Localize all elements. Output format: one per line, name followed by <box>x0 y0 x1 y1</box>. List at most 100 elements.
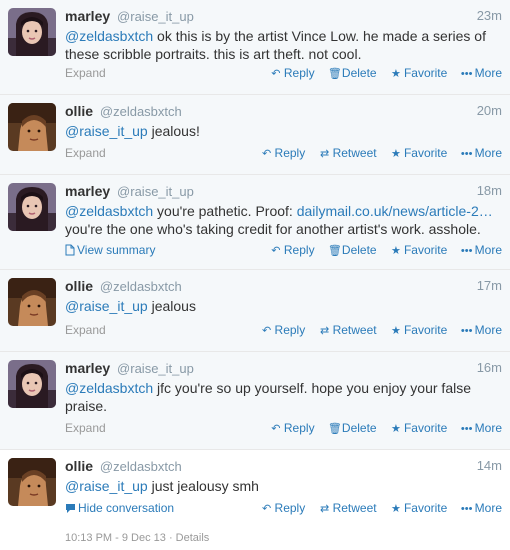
more-icon: ••• <box>460 68 473 80</box>
star-icon: ★ <box>391 423 401 435</box>
tweet-text-segment: these scribble portraits. this is art th… <box>65 46 362 62</box>
favorite-button[interactable]: ★ Favorite <box>390 323 447 337</box>
favorite-button[interactable]: ★ Favorite <box>390 146 447 160</box>
reply-button[interactable]: ↶ Reply <box>261 146 305 160</box>
username[interactable]: @zeldasbxtch <box>100 459 182 474</box>
reply-icon: ↶ <box>271 423 281 435</box>
timestamp[interactable]: 14m <box>477 458 502 473</box>
expand-link[interactable]: Expand <box>65 66 106 80</box>
fullname[interactable]: ollie <box>65 103 93 119</box>
more-button[interactable]: ••• More <box>461 501 502 515</box>
more-button[interactable]: ••• More <box>461 66 502 80</box>
tweet-actions: ↶ Reply 🗑Delete ★ Favorite ••• More <box>260 66 502 80</box>
retweet-icon: ⇄ <box>319 148 330 160</box>
username[interactable]: @zeldasbxtch <box>100 104 182 119</box>
expand-link[interactable]: Expand <box>65 421 106 435</box>
timestamp[interactable]: 20m <box>477 103 502 118</box>
reply-button[interactable]: ↶ Reply <box>270 66 314 80</box>
retweet-button[interactable]: ⇄ Retweet <box>319 323 377 337</box>
tweet-header: ollie @zeldasbxtch 17m <box>65 278 502 296</box>
more-button[interactable]: ••• More <box>461 323 502 337</box>
retweet-button[interactable]: ⇄ Retweet <box>319 146 377 160</box>
fullname[interactable]: marley <box>65 360 110 376</box>
reply-button[interactable]: ↶ Reply <box>270 243 314 257</box>
mention-link[interactable]: @raise_it_up <box>65 298 148 314</box>
conversation-timeline: marley @raise_it_up 23m @zeldasbxtch ok … <box>0 0 510 550</box>
tweet-text: @raise_it_up just jealousy smh <box>65 477 502 495</box>
hide-conversation-link[interactable]: Hide conversation <box>65 501 174 515</box>
tweet-details-link[interactable]: 10:13 PM - 9 Dec 13 · Details <box>65 532 209 544</box>
fullname[interactable]: ollie <box>65 278 93 294</box>
tweet-text-segment: jealous! <box>147 123 200 139</box>
avatar[interactable] <box>8 8 56 56</box>
timestamp[interactable]: 17m <box>477 278 502 293</box>
reply-button[interactable]: ↶ Reply <box>261 501 305 515</box>
tweet[interactable]: marley @raise_it_up 23m @zeldasbxtch ok … <box>0 0 510 95</box>
tweet[interactable]: marley @raise_it_up 16m @zeldasbxtch jfc… <box>0 352 510 450</box>
reply-button[interactable]: ↶ Reply <box>270 421 314 435</box>
tweet-text: @zeldasbxtch jfc you're so up yourself. … <box>65 379 502 415</box>
mention-link[interactable]: @zeldasbxtch <box>65 203 153 219</box>
tweet-text: @zeldasbxtch ok this is by the artist Vi… <box>65 27 502 63</box>
favorite-button[interactable]: ★ Favorite <box>390 66 447 80</box>
reply-button[interactable]: ↶ Reply <box>261 323 305 337</box>
mention-link[interactable]: @zeldasbxtch <box>65 380 153 396</box>
tweet-header: ollie @zeldasbxtch 14m <box>65 458 502 476</box>
speech-bubble-icon <box>66 504 75 513</box>
timestamp[interactable]: 18m <box>477 183 502 198</box>
expand-link[interactable]: Expand <box>65 146 106 160</box>
tweet[interactable]: ollie @zeldasbxtch 17m @raise_it_up jeal… <box>0 270 510 352</box>
username[interactable]: @zeldasbxtch <box>100 279 182 294</box>
avatar[interactable] <box>8 103 56 151</box>
document-icon <box>65 244 75 256</box>
mention-link[interactable]: @zeldasbxtch <box>65 28 153 44</box>
more-button[interactable]: ••• More <box>461 243 502 257</box>
tweet-text-segment: you're pathetic. Proof: <box>153 203 297 219</box>
trash-icon: 🗑 <box>327 423 342 435</box>
reply-icon: ↶ <box>261 148 272 160</box>
fullname[interactable]: marley <box>65 8 110 24</box>
favorite-button[interactable]: ★ Favorite <box>390 421 447 435</box>
star-icon: ★ <box>391 148 401 160</box>
trash-icon: 🗑 <box>327 68 342 80</box>
tweet-text-segment: jfc you're so up yourself. hope you enjo… <box>153 380 472 396</box>
avatar[interactable] <box>8 458 56 506</box>
more-button[interactable]: ••• More <box>461 146 502 160</box>
avatar[interactable] <box>8 278 56 326</box>
view-summary-link[interactable]: View summary <box>65 243 155 257</box>
more-icon: ••• <box>460 423 473 435</box>
favorite-button[interactable]: ★ Favorite <box>390 501 447 515</box>
tweet-footer: Expand ↶ Reply 🗑Delete ★ Favorite ••• More <box>65 66 502 82</box>
avatar[interactable] <box>8 183 56 231</box>
favorite-button[interactable]: ★ Favorite <box>390 243 447 257</box>
tweet-actions: ↶ Reply ⇄ Retweet ★ Favorite ••• More <box>251 501 502 515</box>
reply-icon: ↶ <box>271 68 281 80</box>
username[interactable]: @raise_it_up <box>117 9 194 24</box>
timestamp[interactable]: 16m <box>477 360 502 375</box>
fullname[interactable]: ollie <box>65 458 93 474</box>
delete-button[interactable]: 🗑Delete <box>328 243 377 257</box>
tweet[interactable]: ollie @zeldasbxtch 20m @raise_it_up jeal… <box>0 95 510 175</box>
tweet-text-segment: you're the one who's taking credit for a… <box>65 221 481 237</box>
avatar[interactable] <box>8 360 56 408</box>
mention-link[interactable]: @raise_it_up <box>65 123 148 139</box>
more-button[interactable]: ••• More <box>461 421 502 435</box>
tweet-text: @zeldasbxtch you're pathetic. Proof: dai… <box>65 202 502 238</box>
tweet-footer: View summary ↶ Reply 🗑Delete ★ Favorite ••… <box>65 243 502 259</box>
timestamp[interactable]: 23m <box>477 8 502 23</box>
url-link[interactable]: dailymail.co.uk/news/article-2… <box>297 203 493 219</box>
tweet[interactable]: marley @raise_it_up 18m @zeldasbxtch you… <box>0 175 510 270</box>
username[interactable]: @raise_it_up <box>117 184 194 199</box>
tweet-header: ollie @zeldasbxtch 20m <box>65 103 502 121</box>
delete-button[interactable]: 🗑Delete <box>328 66 377 80</box>
tweet-actions: ↶ Reply 🗑Delete ★ Favorite ••• More <box>260 421 502 435</box>
fullname[interactable]: marley <box>65 183 110 199</box>
tweet-footer: Expand ↶ Reply 🗑Delete ★ Favorite ••• More <box>65 421 502 437</box>
delete-button[interactable]: 🗑Delete <box>328 421 377 435</box>
username[interactable]: @raise_it_up <box>117 361 194 376</box>
tweet-actions: ↶ Reply 🗑Delete ★ Favorite ••• More <box>260 243 502 257</box>
expand-link[interactable]: Expand <box>65 323 106 337</box>
retweet-button[interactable]: ⇄ Retweet <box>319 501 377 515</box>
mention-link[interactable]: @raise_it_up <box>65 478 148 494</box>
more-icon: ••• <box>460 148 473 160</box>
